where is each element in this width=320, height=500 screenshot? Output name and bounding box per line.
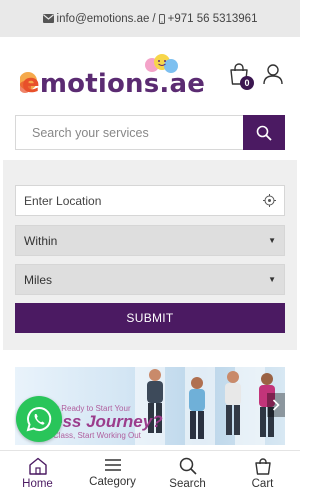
cart-count-badge: 0 <box>240 76 254 90</box>
nav-category-label: Category <box>89 476 136 488</box>
user-icon <box>263 64 283 85</box>
account-button[interactable] <box>262 63 284 85</box>
contact-email[interactable]: info@emotions.ae <box>57 13 150 25</box>
nav-search[interactable]: Search <box>150 451 225 500</box>
dropdown-caret-icon: ▼ <box>268 275 276 284</box>
location-input[interactable] <box>24 193 263 208</box>
contact-bar: info@emotions.ae / +971 56 5313961 <box>0 0 300 37</box>
site-logo[interactable]: emotions.ae <box>20 51 205 101</box>
banner-headline: ess Journey? <box>53 412 163 431</box>
location-field <box>15 185 285 216</box>
locate-crosshair-icon[interactable] <box>263 194 276 207</box>
nav-home[interactable]: Home <box>0 451 75 500</box>
nav-search-label: Search <box>169 478 206 490</box>
nav-category[interactable]: Category <box>75 451 150 500</box>
site-header: emotions.ae 0 <box>0 37 300 107</box>
menu-icon <box>104 459 121 471</box>
miles-select[interactable]: Miles ▼ <box>15 264 285 295</box>
whatsapp-chat-button[interactable] <box>16 396 62 442</box>
location-filter-panel: Within ▼ Miles ▼ SUBMIT <box>3 160 297 350</box>
whatsapp-icon <box>26 406 52 432</box>
nav-home-label: Home <box>22 478 53 490</box>
search-icon <box>256 125 272 141</box>
nav-cart-label: Cart <box>251 478 274 490</box>
logo-wordmark: emotions.ae <box>22 69 206 99</box>
mobile-phone-icon <box>158 13 165 24</box>
within-select[interactable]: Within ▼ <box>15 225 285 256</box>
miles-select-value: Miles <box>24 272 53 287</box>
search-button[interactable] <box>243 115 285 150</box>
banner-text-bottom: Class, Start Working Out <box>53 431 141 440</box>
search-icon <box>179 457 197 475</box>
submit-button[interactable]: SUBMIT <box>15 303 285 333</box>
chevron-right-icon <box>272 399 280 411</box>
nav-cart[interactable]: Cart <box>225 451 300 500</box>
search-input[interactable] <box>15 115 243 150</box>
contact-separator: / <box>152 12 156 25</box>
within-select-value: Within <box>24 233 58 248</box>
home-icon <box>28 457 47 475</box>
bottom-navigation: Home Category Search Cart <box>0 450 300 500</box>
contact-phone[interactable]: +971 56 5313961 <box>168 13 258 25</box>
service-search <box>15 115 285 150</box>
envelope-icon <box>42 14 54 23</box>
fitness-class-illustration <box>147 369 275 439</box>
cart-icon <box>254 458 271 475</box>
dropdown-caret-icon: ▼ <box>268 236 276 245</box>
banner-next-button[interactable] <box>267 393 285 417</box>
